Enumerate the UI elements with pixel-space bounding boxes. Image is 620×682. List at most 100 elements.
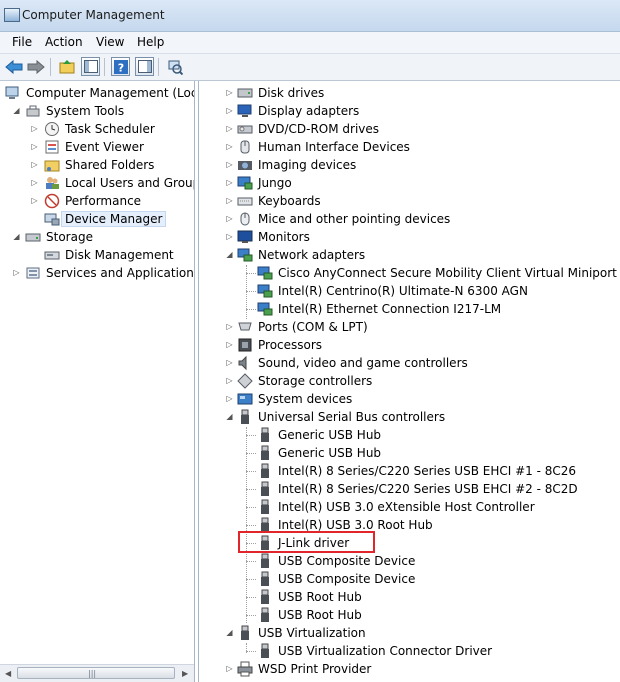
device-category-display-adapters[interactable]: ▷ Display adapters: [199, 102, 620, 120]
device-item-usb-3[interactable]: Intel(R) 8 Series/C220 Series USB EHCI #…: [199, 462, 620, 480]
collapse-arrow-icon[interactable]: ◢: [12, 232, 21, 241]
expand-arrow-icon[interactable]: ▷: [225, 322, 234, 331]
forward-button[interactable]: [26, 57, 45, 76]
up-one-level-button[interactable]: [57, 57, 76, 76]
device-category-storage-controllers[interactable]: ▷ Storage controllers: [199, 372, 620, 390]
tree-label: Jungo: [258, 176, 292, 190]
show-hide-action-pane-button[interactable]: [135, 57, 154, 76]
tree-item-system-tools[interactable]: ◢ System Tools: [0, 102, 194, 120]
device-category-imaging[interactable]: ▷ Imaging devices: [199, 156, 620, 174]
computer-management-icon: [4, 8, 20, 22]
device-item-usb-5[interactable]: Intel(R) USB 3.0 eXtensible Host Control…: [199, 498, 620, 516]
collapse-arrow-icon[interactable]: ◢: [225, 412, 234, 421]
device-item-usb-1[interactable]: Generic USB Hub: [199, 426, 620, 444]
device-item-usb-4[interactable]: Intel(R) 8 Series/C220 Series USB EHCI #…: [199, 480, 620, 498]
expand-arrow-icon[interactable]: ▷: [225, 196, 234, 205]
scroll-left-arrow-icon[interactable]: ◀: [5, 669, 11, 678]
tree-item-services-applications[interactable]: ▷ Services and Applications: [0, 264, 194, 282]
tree-label: USB Virtualization: [258, 626, 366, 640]
device-category-monitors[interactable]: ▷ Monitors: [199, 228, 620, 246]
expand-arrow-icon[interactable]: ▷: [225, 394, 234, 403]
device-item-network-3[interactable]: Intel(R) Ethernet Connection I217-LM: [199, 300, 620, 318]
menu-action[interactable]: Action: [45, 35, 83, 49]
tree-label: Processors: [258, 338, 323, 352]
device-item-usb-10[interactable]: USB Root Hub: [199, 588, 620, 606]
device-item-usb-2[interactable]: Generic USB Hub: [199, 444, 620, 462]
device-item-network-2[interactable]: Intel(R) Centrino(R) Ultimate-N 6300 AGN: [199, 282, 620, 300]
show-hide-console-tree-button[interactable]: [81, 57, 100, 76]
network-adapter-icon: [257, 302, 273, 316]
expand-arrow-icon[interactable]: ▷: [30, 196, 39, 205]
device-category-usb-virtualization[interactable]: ◢ USB Virtualization: [199, 624, 620, 642]
expand-arrow-icon[interactable]: ▷: [225, 340, 234, 349]
device-item-network-1[interactable]: Cisco AnyConnect Secure Mobility Client …: [199, 264, 620, 282]
usb-plug-icon: [261, 463, 269, 478]
tree-item-task-scheduler[interactable]: ▷ Task Scheduler: [0, 120, 194, 138]
device-category-processors[interactable]: ▷ Processors: [199, 336, 620, 354]
device-category-mice[interactable]: ▷ Mice and other pointing devices: [199, 210, 620, 228]
services-icon: [26, 267, 40, 279]
expand-arrow-icon[interactable]: ▷: [30, 160, 39, 169]
scroll-right-arrow-icon[interactable]: ▶: [182, 669, 188, 678]
tree-item-event-viewer[interactable]: ▷ Event Viewer: [0, 138, 194, 156]
tree-item-local-users-groups[interactable]: ▷ Local Users and Groups: [0, 174, 194, 192]
device-item-usb-8[interactable]: USB Composite Device: [199, 552, 620, 570]
expand-arrow-icon[interactable]: ▷: [225, 106, 234, 115]
device-category-system-devices[interactable]: ▷ System devices: [199, 390, 620, 408]
expand-arrow-icon[interactable]: ▷: [225, 376, 234, 385]
expand-arrow-icon[interactable]: ▷: [225, 142, 234, 151]
device-category-jungo[interactable]: ▷ Jungo: [199, 174, 620, 192]
device-category-wsd-print[interactable]: ▷ WSD Print Provider: [199, 660, 620, 678]
expand-arrow-icon[interactable]: ▷: [225, 232, 234, 241]
device-category-disk-drives[interactable]: ▷ Disk drives: [199, 84, 620, 102]
expand-arrow-icon[interactable]: ▷: [30, 142, 39, 151]
device-category-sound[interactable]: ▷ Sound, video and game controllers: [199, 354, 620, 372]
help-button[interactable]: ?: [111, 57, 130, 76]
back-button[interactable]: [4, 57, 23, 76]
tree-item-computer-management[interactable]: Computer Management (Local: [0, 84, 194, 102]
event-viewer-icon: [45, 140, 59, 154]
display-adapter-icon: [237, 104, 252, 117]
device-category-keyboards[interactable]: ▷ Keyboards: [199, 192, 620, 210]
device-category-usb[interactable]: ◢ Universal Serial Bus controllers: [199, 408, 620, 426]
expand-arrow-icon[interactable]: ▷: [30, 124, 39, 133]
collapse-arrow-icon[interactable]: ◢: [225, 250, 234, 259]
back-arrow-icon: [4, 59, 22, 74]
tree-item-disk-management[interactable]: Disk Management: [0, 246, 194, 264]
users-icon: [46, 177, 59, 189]
tree-label: Disk drives: [258, 86, 325, 100]
menu-file[interactable]: File: [12, 35, 32, 49]
device-category-ports[interactable]: ▷ Ports (COM & LPT): [199, 318, 620, 336]
horizontal-scrollbar[interactable]: ◀ ||| ▶: [0, 664, 194, 682]
tree-label: Keyboards: [258, 194, 321, 208]
expand-arrow-icon[interactable]: ▷: [225, 178, 234, 187]
expand-arrow-icon[interactable]: ▷: [225, 214, 234, 223]
device-category-hid[interactable]: ▷ Human Interface Devices: [199, 138, 620, 156]
menu-help[interactable]: Help: [137, 35, 164, 49]
tree-item-performance[interactable]: ▷ Performance: [0, 192, 194, 210]
expand-arrow-icon[interactable]: ▷: [225, 664, 234, 673]
expand-arrow-icon[interactable]: ▷: [225, 358, 234, 367]
device-category-network-adapters[interactable]: ◢ Network adapters: [199, 246, 620, 264]
tree-label: Event Viewer: [65, 140, 144, 154]
tree-item-shared-folders[interactable]: ▷ Shared Folders: [0, 156, 194, 174]
device-item-usb-9[interactable]: USB Composite Device: [199, 570, 620, 588]
expand-arrow-icon[interactable]: ▷: [225, 124, 234, 133]
device-item-usb-virtualization-connector[interactable]: USB Virtualization Connector Driver: [199, 642, 620, 660]
tree-item-storage[interactable]: ◢ Storage: [0, 228, 194, 246]
device-item-usb-11[interactable]: USB Root Hub: [199, 606, 620, 624]
collapse-arrow-icon[interactable]: ◢: [225, 628, 234, 637]
expand-arrow-icon[interactable]: ▷: [225, 88, 234, 97]
tree-item-device-manager[interactable]: Device Manager: [0, 210, 194, 228]
expand-arrow-icon[interactable]: ▷: [30, 178, 39, 187]
storage-icon: [25, 233, 41, 242]
device-category-dvd-cd-rom[interactable]: ▷ DVD/CD-ROM drives: [199, 120, 620, 138]
printer-icon: [237, 661, 253, 677]
scan-hardware-button[interactable]: [165, 57, 184, 76]
menu-view[interactable]: View: [96, 35, 124, 49]
expand-arrow-icon[interactable]: ▷: [225, 160, 234, 169]
tree-label: Intel(R) USB 3.0 Root Hub: [278, 518, 433, 532]
expand-arrow-icon[interactable]: ▷: [12, 268, 21, 277]
usb-plug-icon: [261, 499, 269, 514]
collapse-arrow-icon[interactable]: ◢: [12, 106, 21, 115]
